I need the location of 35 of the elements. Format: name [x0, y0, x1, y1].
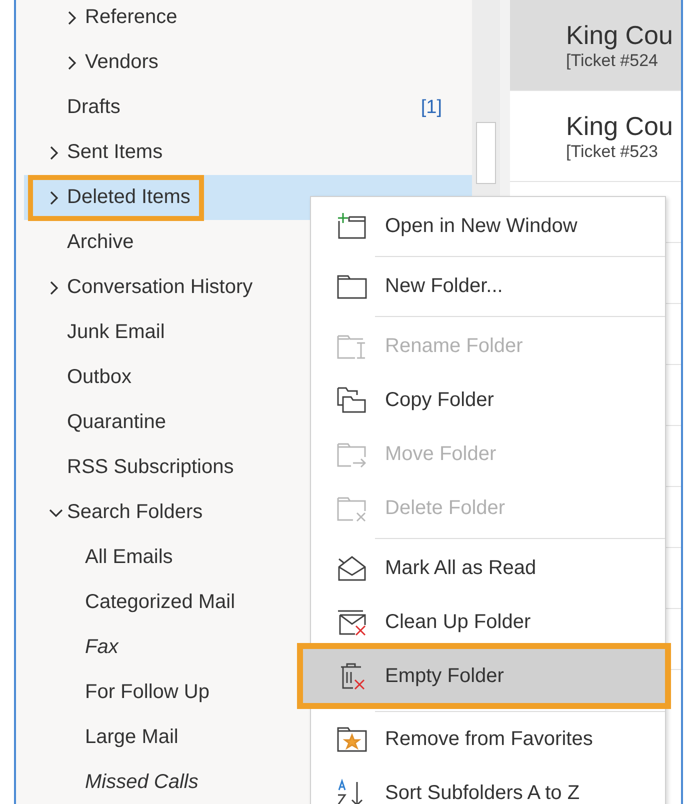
chevron-down-icon[interactable] [48, 506, 64, 518]
folder-item[interactable]: Drafts [1] [24, 85, 472, 130]
menu-item[interactable]: Mark All as Read [311, 541, 665, 595]
message-subject: [Ticket #524 [566, 50, 659, 70]
menu-item[interactable]: Empty Folder [303, 649, 665, 703]
folder-name: Fax [85, 636, 118, 659]
chevron-right-icon[interactable] [66, 54, 78, 70]
chevron-right-icon[interactable] [48, 190, 60, 206]
sender-name: King Cou [566, 20, 674, 50]
folder-name: Sent Items [67, 141, 163, 164]
folder-item[interactable]: Vendors [24, 40, 472, 85]
menu-item[interactable]: Sort Subfolders A to Z [311, 766, 665, 804]
sender-name: King Cou [566, 110, 674, 142]
scrollbar-thumb[interactable] [476, 122, 496, 184]
menu-item[interactable]: New Folder... [311, 259, 665, 313]
folder-name: Conversation History [67, 276, 253, 299]
menu-item[interactable]: Clean Up Folder [311, 595, 665, 649]
folder-item[interactable]: Sent Items [24, 130, 472, 175]
message-item[interactable]: King Cou [Ticket #523 [510, 91, 681, 182]
folder-name: Reference [85, 6, 178, 29]
folder-name: Deleted Items [67, 186, 190, 209]
folder-name: Drafts [67, 96, 120, 119]
unread-count: [1] [420, 96, 442, 118]
menu-item[interactable]: Remove from Favorites [311, 712, 665, 766]
chevron-right-icon[interactable] [48, 280, 60, 296]
copy-folder-icon [335, 385, 369, 415]
chevron-right-icon[interactable] [48, 144, 60, 160]
new-window-icon [335, 211, 369, 241]
chevron-right-icon[interactable] [66, 10, 78, 26]
message-subject: [Ticket #523 [566, 142, 659, 162]
folder-item[interactable]: Reference [24, 0, 472, 40]
message-item[interactable]: King Cou [Ticket #524 [510, 0, 681, 91]
folder-name: Search Folders [67, 501, 203, 524]
folder-name: Vendors [85, 51, 158, 74]
menu-item[interactable]: Copy Folder [311, 373, 665, 427]
